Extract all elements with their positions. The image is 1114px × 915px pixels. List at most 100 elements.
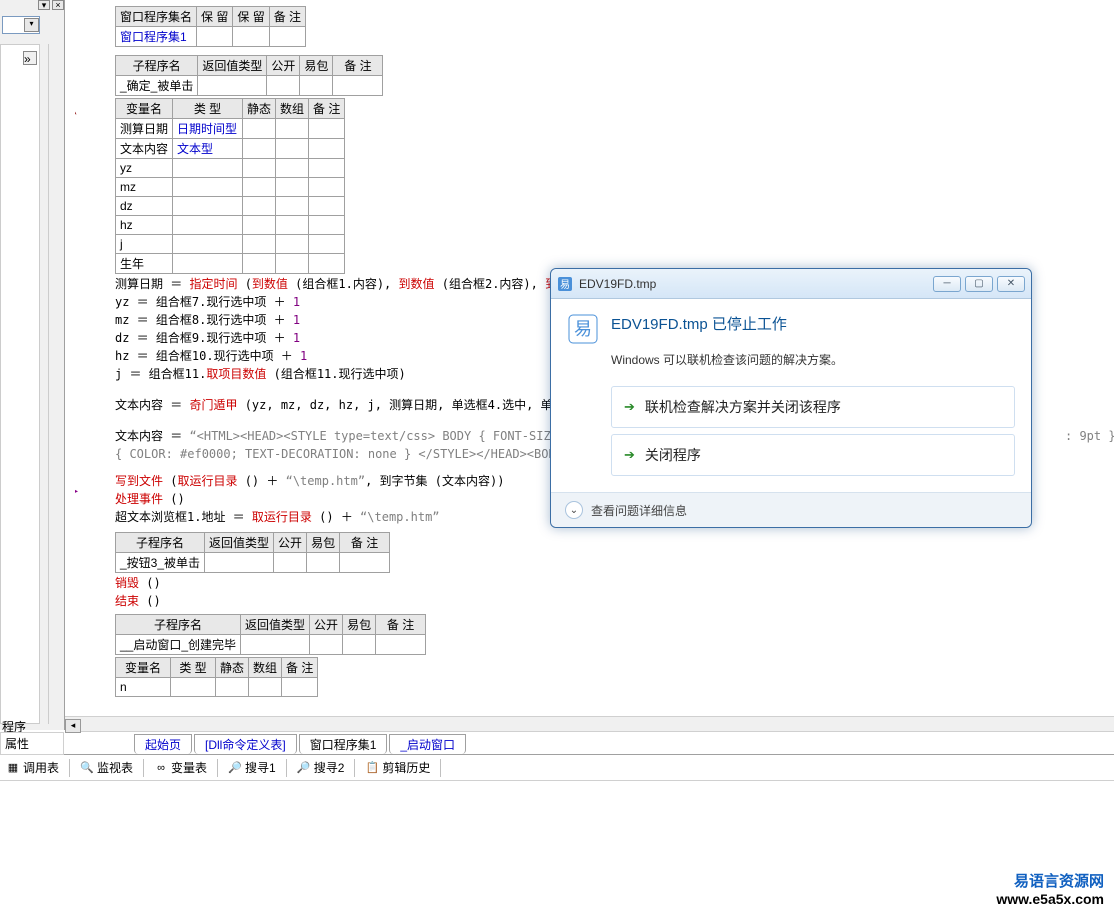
td[interactable]: 文本内容 xyxy=(116,139,173,159)
code-line[interactable]: 结束 () xyxy=(115,593,1114,610)
td[interactable] xyxy=(309,139,345,159)
tool-call-table[interactable]: ▦调用表 xyxy=(2,758,63,777)
panel-close-icon[interactable]: × xyxy=(52,0,64,10)
td[interactable] xyxy=(243,254,276,274)
td[interactable] xyxy=(276,235,309,254)
properties-panel-label[interactable]: 属性 xyxy=(0,732,64,755)
td[interactable]: _确定_被单击 xyxy=(116,76,198,96)
th: 公开 xyxy=(310,615,343,635)
td[interactable] xyxy=(343,635,376,655)
td[interactable] xyxy=(309,235,345,254)
td[interactable] xyxy=(309,197,345,216)
td[interactable]: mz xyxy=(116,178,173,197)
td[interactable] xyxy=(216,678,249,697)
td[interactable] xyxy=(249,678,282,697)
td[interactable] xyxy=(309,216,345,235)
td[interactable]: 文本型 xyxy=(173,139,243,159)
td[interactable] xyxy=(173,216,243,235)
td[interactable] xyxy=(274,553,307,573)
option-close-program[interactable]: ➔ 关闭程序 xyxy=(611,434,1015,476)
separator xyxy=(354,759,355,777)
td[interactable] xyxy=(276,159,309,178)
td[interactable] xyxy=(309,119,345,139)
td[interactable] xyxy=(307,553,340,573)
tab-start-window[interactable]: _启动窗口 xyxy=(389,734,466,754)
chevron-down-icon[interactable]: ▾ xyxy=(24,18,39,32)
td[interactable] xyxy=(173,235,243,254)
tab-window-set-1[interactable]: 窗口程序集1 xyxy=(299,734,388,754)
td[interactable] xyxy=(197,27,233,47)
expand-details-button[interactable]: ⌄ xyxy=(565,501,583,519)
left-combo[interactable]: ▾ xyxy=(2,16,40,34)
bottom-tools-row: ▦调用表 🔍监视表 ∞变量表 🔎搜寻1 🔎搜寻2 📋剪辑历史 xyxy=(0,755,1114,781)
td[interactable] xyxy=(243,235,276,254)
horizontal-scrollbar[interactable]: ◂ xyxy=(65,716,1114,732)
td[interactable] xyxy=(205,553,274,573)
dialog-main-message: EDV19FD.tmp 已停止工作 xyxy=(611,313,787,334)
ruler-chevrons-icon[interactable]: » xyxy=(23,51,37,65)
td[interactable] xyxy=(309,178,345,197)
td[interactable]: 日期时间型 xyxy=(173,119,243,139)
td[interactable] xyxy=(309,159,345,178)
td[interactable]: 生年 xyxy=(116,254,173,274)
td[interactable] xyxy=(333,76,383,96)
td[interactable] xyxy=(309,254,345,274)
td[interactable] xyxy=(233,27,269,47)
scroll-left-icon[interactable]: ◂ xyxy=(65,719,81,733)
option-check-online[interactable]: ➔ 联机检查解决方案并关闭该程序 xyxy=(611,386,1015,428)
th: 保 留 xyxy=(197,7,233,27)
td[interactable] xyxy=(269,27,305,47)
td[interactable] xyxy=(276,139,309,159)
td[interactable] xyxy=(173,178,243,197)
tool-watch[interactable]: 🔍监视表 xyxy=(76,758,137,777)
details-label[interactable]: 查看问题详细信息 xyxy=(591,502,687,519)
td[interactable] xyxy=(243,216,276,235)
td[interactable] xyxy=(276,178,309,197)
td[interactable]: _按钮3_被单击 xyxy=(116,553,205,573)
td[interactable] xyxy=(267,76,300,96)
td[interactable] xyxy=(173,159,243,178)
td[interactable] xyxy=(198,76,267,96)
td[interactable] xyxy=(243,159,276,178)
td[interactable]: __启动窗口_创建完毕 xyxy=(116,635,241,655)
td[interactable] xyxy=(276,254,309,274)
td[interactable] xyxy=(243,178,276,197)
td[interactable] xyxy=(243,119,276,139)
tab-start-page[interactable]: 起始页 xyxy=(134,734,192,754)
panel-dropdown-icon[interactable]: ▾ xyxy=(38,0,50,10)
tool-vars[interactable]: ∞变量表 xyxy=(150,758,211,777)
td[interactable]: hz xyxy=(116,216,173,235)
td[interactable]: dz xyxy=(116,197,173,216)
maximize-button[interactable]: ▢ xyxy=(965,276,993,292)
td[interactable]: 测算日期 xyxy=(116,119,173,139)
td[interactable] xyxy=(171,678,216,697)
tool-clipboard-history[interactable]: 📋剪辑历史 xyxy=(361,758,434,777)
td[interactable] xyxy=(276,197,309,216)
td[interactable]: 窗口程序集1 xyxy=(116,27,197,47)
td[interactable] xyxy=(276,216,309,235)
close-button[interactable]: ✕ xyxy=(997,276,1025,292)
td[interactable] xyxy=(173,254,243,274)
th: 备 注 xyxy=(282,658,318,678)
left-vscroll[interactable] xyxy=(48,44,64,724)
tool-find2[interactable]: 🔎搜寻2 xyxy=(293,758,349,777)
td[interactable] xyxy=(276,119,309,139)
td[interactable] xyxy=(173,197,243,216)
td[interactable] xyxy=(282,678,318,697)
td[interactable] xyxy=(243,139,276,159)
dialog-titlebar[interactable]: 易 EDV19FD.tmp ─ ▢ ✕ xyxy=(551,269,1031,299)
td[interactable] xyxy=(376,635,426,655)
code-line[interactable]: 销毁 () xyxy=(115,575,1114,592)
app-large-icon: 易 xyxy=(567,313,599,345)
td[interactable] xyxy=(310,635,343,655)
td[interactable] xyxy=(241,635,310,655)
tool-find1[interactable]: 🔎搜寻1 xyxy=(224,758,280,777)
td[interactable]: j xyxy=(116,235,173,254)
td[interactable]: yz xyxy=(116,159,173,178)
td[interactable]: n xyxy=(116,678,171,697)
td[interactable] xyxy=(300,76,333,96)
td[interactable] xyxy=(243,197,276,216)
tab-dll-commands[interactable]: [Dll命令定义表] xyxy=(194,734,297,754)
minimize-button[interactable]: ─ xyxy=(933,276,961,292)
td[interactable] xyxy=(340,553,390,573)
